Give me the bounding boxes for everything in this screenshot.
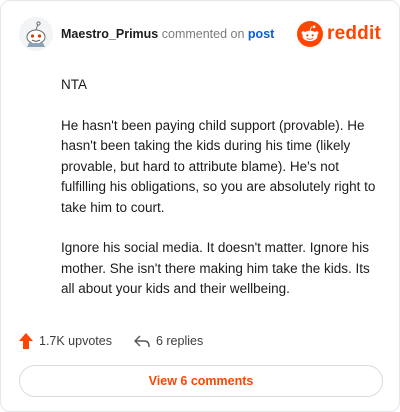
comment-paragraph: NTA — [61, 77, 87, 92]
reddit-brand[interactable]: reddit — [297, 19, 381, 49]
post-link[interactable]: post — [248, 27, 274, 41]
upvote-button[interactable]: 1.7K upvotes — [19, 333, 112, 349]
upvote-count: 1.7K upvotes — [39, 334, 112, 348]
comment-body: NTA He hasn't been paying child support … — [61, 75, 383, 320]
view-comments-button[interactable]: View 6 comments — [19, 365, 383, 397]
reddit-alien-icon — [297, 21, 324, 47]
comment-card: Maestro_Primus commented on post reddit … — [0, 0, 400, 412]
reddit-wordmark: reddit — [327, 23, 381, 44]
snoo-avatar-icon[interactable] — [19, 17, 53, 51]
upvote-arrow-icon — [19, 333, 33, 349]
commented-on-text: commented on — [161, 27, 245, 41]
reply-count: 6 replies — [155, 334, 204, 348]
comment-paragraph: He hasn't been paying child support (pro… — [61, 117, 376, 215]
comment-header: Maestro_Primus commented on post reddit — [19, 15, 385, 55]
reply-button[interactable]: 6 replies — [134, 334, 203, 348]
byline: Maestro_Primus commented on post — [61, 27, 274, 41]
reply-arrow-icon — [134, 335, 150, 347]
username-link[interactable]: Maestro_Primus — [61, 27, 158, 41]
comment-paragraph: Ignore his social media. It doesn't matt… — [61, 240, 370, 296]
comment-actions: 1.7K upvotes 6 replies — [19, 331, 225, 351]
